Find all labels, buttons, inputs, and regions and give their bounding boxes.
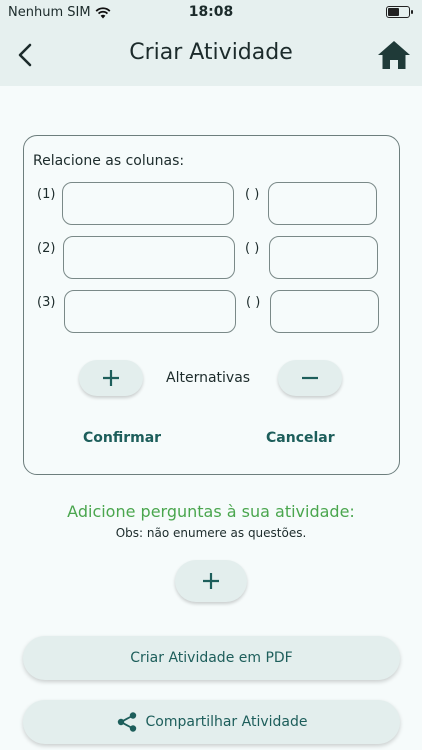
cancel-button[interactable]: Cancelar bbox=[266, 430, 335, 446]
share-activity-button[interactable]: Compartilhar Atividade bbox=[23, 700, 400, 744]
questions-note: Obs: não enumere as questões. bbox=[115, 526, 307, 540]
plus-icon bbox=[203, 573, 219, 589]
row-3-right-label: ( ) bbox=[246, 295, 261, 310]
status-bar: Nenhum SIM 18:08 bbox=[0, 0, 422, 26]
add-question-button[interactable] bbox=[175, 560, 247, 602]
right-column-input-3[interactable] bbox=[270, 290, 379, 333]
plus-icon bbox=[103, 370, 119, 386]
add-questions-heading: Adicione perguntas à sua atividade: bbox=[67, 502, 355, 521]
remove-alternative-button[interactable] bbox=[278, 360, 342, 396]
minus-icon bbox=[302, 376, 318, 380]
match-columns-card: Relacione as colunas: (1) ( ) (2) ( ) (3… bbox=[23, 135, 400, 475]
confirm-button[interactable]: Confirmar bbox=[83, 430, 161, 446]
app-bar: Criar Atividade bbox=[0, 26, 422, 86]
share-activity-label: Compartilhar Atividade bbox=[145, 714, 308, 730]
row-2-left-label: (2) bbox=[37, 241, 56, 256]
home-icon bbox=[378, 41, 410, 69]
left-column-input-1[interactable] bbox=[62, 182, 234, 225]
card-instruction: Relacione as colunas: bbox=[33, 153, 185, 169]
row-1-left-label: (1) bbox=[37, 187, 56, 202]
alternatives-label: Alternativas bbox=[166, 370, 251, 386]
status-time: 18:08 bbox=[188, 4, 234, 20]
add-alternative-button[interactable] bbox=[79, 360, 143, 396]
left-column-input-2[interactable] bbox=[63, 236, 235, 279]
create-pdf-button[interactable]: Criar Atividade em PDF bbox=[23, 636, 400, 680]
row-1-right-label: ( ) bbox=[245, 187, 260, 202]
left-column-input-3[interactable] bbox=[64, 290, 236, 333]
share-icon bbox=[117, 712, 136, 732]
row-2-right-label: ( ) bbox=[245, 241, 260, 256]
home-button[interactable] bbox=[376, 38, 412, 72]
create-pdf-label: Criar Atividade em PDF bbox=[130, 650, 293, 666]
right-column-input-1[interactable] bbox=[268, 182, 377, 225]
page-title: Criar Atividade bbox=[129, 40, 293, 65]
right-column-input-2[interactable] bbox=[269, 236, 378, 279]
battery-icon bbox=[386, 6, 413, 18]
row-3-left-label: (3) bbox=[37, 295, 56, 310]
